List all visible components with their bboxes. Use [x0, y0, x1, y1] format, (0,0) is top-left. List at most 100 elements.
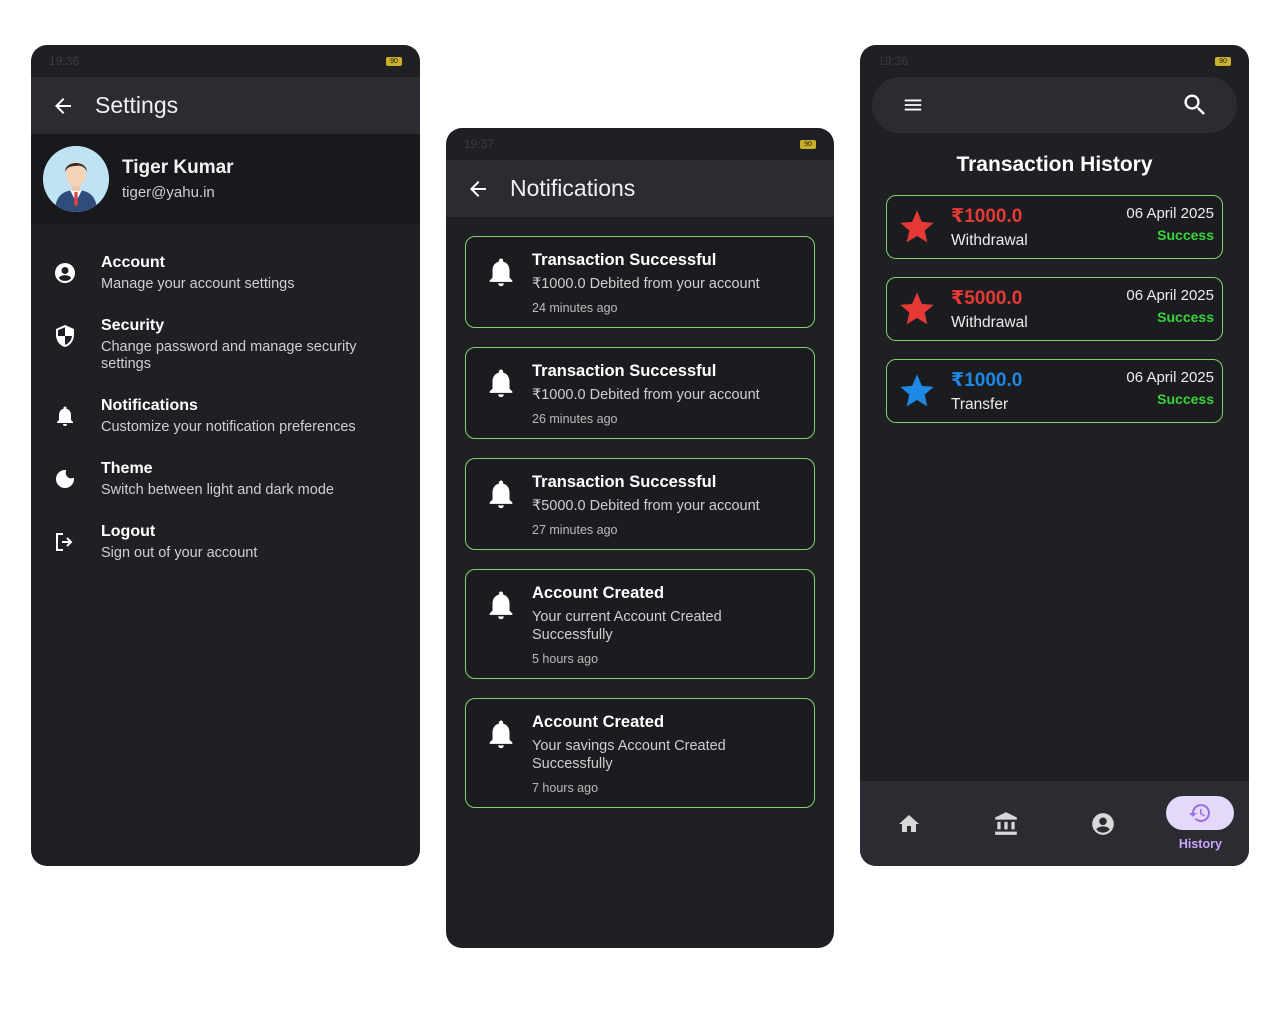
- transaction-type: Transfer: [951, 395, 1009, 413]
- notification-card[interactable]: Transaction Successful ₹1000.0 Debited fr…: [465, 236, 815, 328]
- transaction-card[interactable]: ₹5000.0 Withdrawal 06 April 2025 Success: [886, 277, 1223, 341]
- bell-icon: [489, 480, 513, 509]
- settings-item-subtitle: Change password and manage security sett…: [101, 339, 357, 372]
- home-icon: [898, 814, 919, 832]
- notification-time: 7 hours ago: [532, 781, 599, 795]
- notification-card[interactable]: Transaction Successful ₹5000.0 Debited fr…: [465, 458, 815, 550]
- transaction-card[interactable]: ₹1000.0 Transfer 06 April 2025 Success: [886, 359, 1223, 423]
- battery-icon: 90: [800, 139, 816, 149]
- notification-card[interactable]: Account Created Your current Account Crea…: [465, 569, 815, 679]
- notification-time: 24 minutes ago: [532, 301, 618, 315]
- battery-icon: 90: [386, 56, 402, 66]
- notification-card[interactable]: Account Created Your savings Account Crea…: [465, 698, 815, 808]
- back-arrow-icon[interactable]: [466, 177, 490, 201]
- status-bar: 19:36 90: [31, 45, 420, 77]
- transaction-status: Success: [1157, 391, 1214, 407]
- notification-time: 26 minutes ago: [532, 412, 618, 426]
- notification-message: ₹1000.0 Debited from your account: [532, 276, 760, 292]
- account-circle-icon: [1092, 812, 1114, 835]
- bank-icon: [995, 811, 1017, 835]
- menu-icon[interactable]: [902, 94, 924, 116]
- status-time: 19:36: [878, 54, 909, 68]
- settings-item-theme[interactable]: Theme Switch between light and dark mode: [31, 450, 420, 513]
- notifications-screen: 19:37 90 Notifications Transaction Succe…: [446, 128, 834, 948]
- bell-icon: [57, 406, 73, 426]
- nav-profile[interactable]: [1055, 781, 1152, 866]
- nav-history-label: History: [1178, 837, 1222, 851]
- account-circle-icon: [55, 263, 75, 283]
- notification-title: Transaction Successful: [532, 251, 717, 269]
- history-icon: [1189, 803, 1211, 822]
- settings-item-subtitle: Customize your notification preferences: [101, 419, 356, 435]
- notification-title: Transaction Successful: [532, 473, 717, 491]
- avatar: [43, 146, 109, 212]
- settings-item-subtitle: Switch between light and dark mode: [101, 482, 334, 498]
- notification-message: Your savings Account Created Successfull…: [532, 738, 726, 772]
- transaction-date: 06 April 2025: [1126, 369, 1214, 386]
- search-bar[interactable]: [872, 77, 1237, 133]
- notification-message: ₹5000.0 Debited from your account: [532, 498, 760, 514]
- notification-card[interactable]: Transaction Successful ₹1000.0 Debited fr…: [465, 347, 815, 439]
- nav-home[interactable]: [860, 781, 957, 866]
- shield-icon: [56, 325, 74, 347]
- search-icon[interactable]: [1181, 91, 1209, 119]
- star-icon: [900, 374, 934, 407]
- settings-item-notifications[interactable]: Notifications Customize your notification…: [31, 387, 420, 450]
- transaction-amount: ₹1000.0: [951, 205, 1023, 227]
- page-title: Transaction History: [956, 153, 1153, 176]
- notification-title: Account Created: [532, 584, 665, 602]
- settings-item-subtitle: Sign out of your account: [101, 545, 258, 561]
- settings-item-account[interactable]: Account Manage your account settings: [31, 244, 420, 307]
- back-arrow-icon[interactable]: [51, 94, 75, 118]
- status-bar: 19:37 90: [446, 128, 834, 160]
- status-time: 19:37: [464, 137, 495, 151]
- transaction-status: Success: [1157, 309, 1214, 325]
- notification-list: Transaction Successful ₹1000.0 Debited fr…: [446, 217, 834, 808]
- history-screen: 19:36 90 Transaction History ₹1000.0 Wit…: [860, 45, 1249, 866]
- notification-title: Account Created: [532, 713, 665, 731]
- settings-item-title: Notifications: [101, 397, 198, 414]
- moon-icon: [56, 469, 74, 488]
- page-title: Settings: [95, 92, 179, 118]
- transaction-amount: ₹5000.0: [951, 287, 1023, 309]
- profile-email: tiger@yahu.in: [122, 184, 215, 201]
- bell-icon: [489, 369, 513, 398]
- page-title: Notifications: [510, 175, 636, 201]
- settings-list: Account Manage your account settings Secu…: [31, 224, 420, 576]
- transaction-date: 06 April 2025: [1126, 205, 1214, 222]
- notification-message: ₹1000.0 Debited from your account: [532, 387, 760, 403]
- battery-icon: 90: [1215, 56, 1231, 66]
- bell-icon: [489, 258, 513, 287]
- status-bar: 19:36 90: [860, 45, 1249, 77]
- notification-title: Transaction Successful: [532, 362, 717, 380]
- notification-time: 27 minutes ago: [532, 523, 618, 537]
- notifications-app-bar: Notifications: [446, 160, 834, 217]
- profile-name: Tiger Kumar: [122, 157, 234, 178]
- settings-app-bar: Settings: [31, 77, 420, 134]
- settings-item-title: Theme: [101, 460, 153, 477]
- star-icon: [900, 210, 934, 243]
- transaction-card[interactable]: ₹1000.0 Withdrawal 06 April 2025 Success: [886, 195, 1223, 259]
- nav-bank[interactable]: [957, 781, 1054, 866]
- nav-history[interactable]: History: [1152, 781, 1249, 866]
- notification-message: Your current Account Created Successfull…: [532, 609, 722, 643]
- settings-item-title: Account: [101, 254, 165, 271]
- settings-item-security[interactable]: Security Change password and manage secur…: [31, 307, 420, 387]
- transaction-type: Withdrawal: [951, 231, 1028, 249]
- bottom-navigation: History: [860, 781, 1249, 866]
- nav-active-indicator: [1166, 796, 1235, 830]
- bell-icon: [489, 591, 513, 620]
- transaction-type: Withdrawal: [951, 313, 1028, 331]
- settings-item-title: Logout: [101, 523, 156, 540]
- star-icon: [900, 292, 934, 325]
- settings-item-subtitle: Manage your account settings: [101, 276, 295, 292]
- transaction-amount: ₹1000.0: [951, 369, 1023, 391]
- settings-item-logout[interactable]: Logout Sign out of your account: [31, 513, 420, 576]
- settings-item-title: Security: [101, 317, 165, 334]
- profile-header: Tiger Kumar tiger@yahu.in: [31, 134, 420, 224]
- status-time: 19:36: [49, 54, 80, 68]
- settings-screen: 19:36 90 Settings Tiger Kumar tiger@yahu…: [31, 45, 420, 866]
- bell-icon: [489, 720, 513, 749]
- transaction-date: 06 April 2025: [1126, 287, 1214, 304]
- transaction-status: Success: [1157, 227, 1214, 243]
